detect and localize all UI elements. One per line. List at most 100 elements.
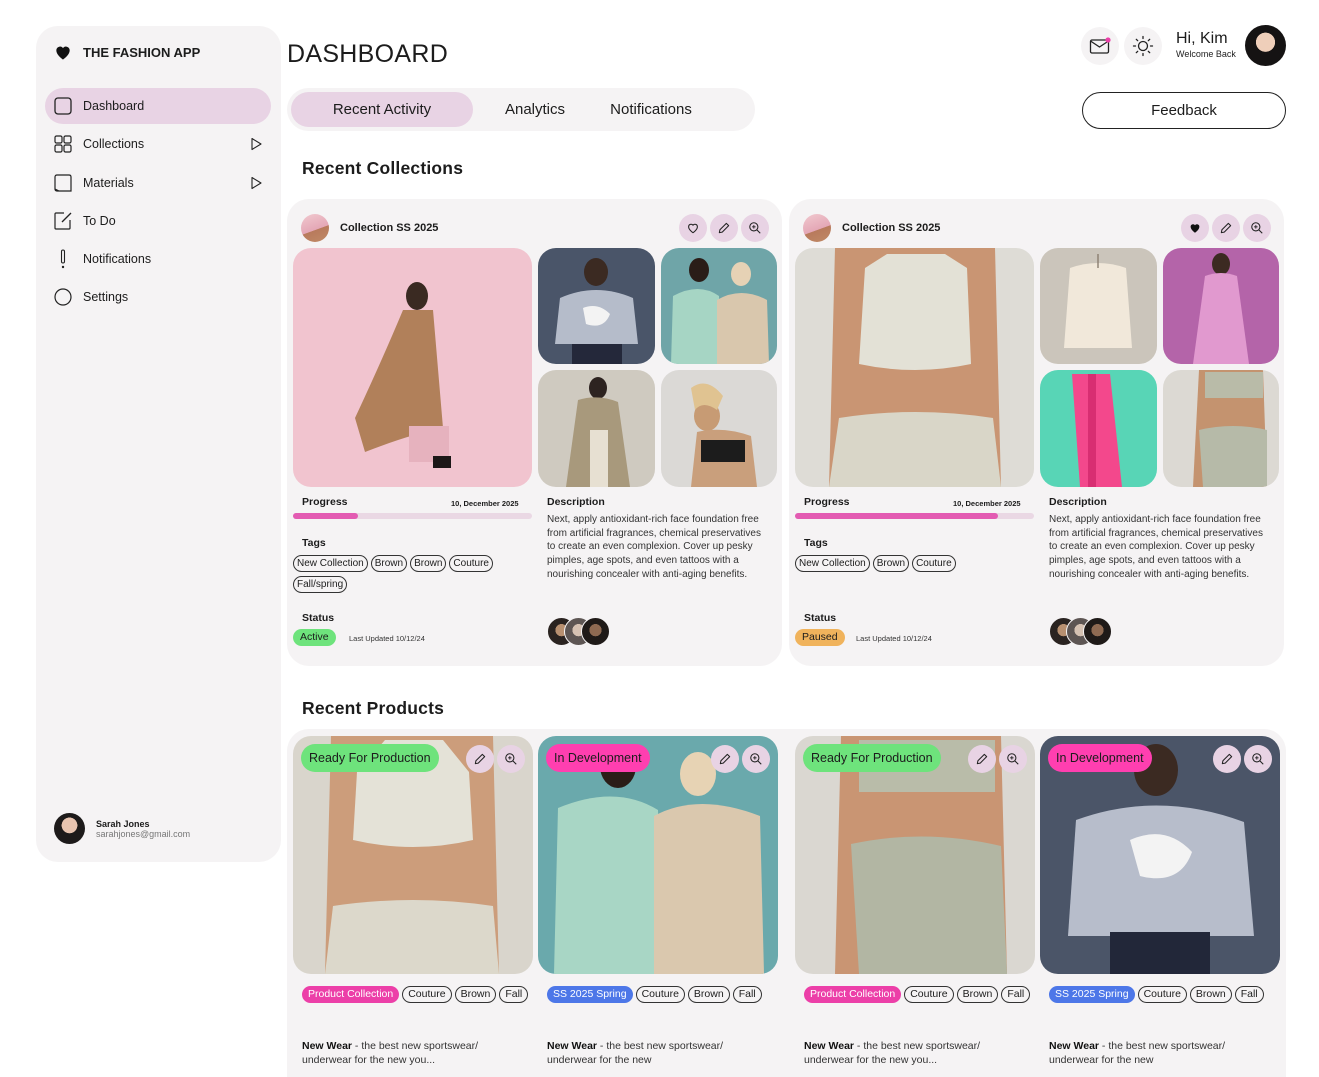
collection-title: Collection SS 2025	[340, 222, 439, 234]
collection-image[interactable]	[1163, 248, 1279, 364]
tag[interactable]: Fall/spring	[293, 576, 348, 593]
collection-card[interactable]: Collection SS 2025 Progress 10, December…	[789, 199, 1284, 666]
zoom-button[interactable]	[497, 745, 525, 773]
brand[interactable]: THE FASHION APP	[53, 42, 200, 62]
progress-label: Progress	[302, 496, 348, 508]
favorite-button[interactable]	[1181, 214, 1209, 242]
zoom-button[interactable]	[999, 745, 1027, 773]
status-badge: Ready For Production	[803, 744, 941, 772]
tag[interactable]: SS 2025 Spring	[1049, 986, 1135, 1003]
description-text: Next, apply antioxidant-rich face founda…	[547, 514, 761, 580]
pencil-icon	[719, 753, 731, 765]
zoom-button[interactable]	[1243, 214, 1271, 242]
avatar	[54, 813, 85, 844]
sidebar-item-collections[interactable]: Collections	[45, 126, 271, 162]
team-avatars[interactable]	[547, 617, 610, 646]
tab-recent-activity[interactable]: Recent Activity	[291, 92, 473, 127]
tab-analytics[interactable]: Analytics	[487, 92, 583, 127]
collection-image[interactable]	[661, 370, 777, 487]
status-badge: In Development	[546, 744, 650, 772]
progress-label: Progress	[804, 496, 850, 508]
zoom-in-icon	[750, 753, 762, 765]
due-date: 10, December 2025	[953, 499, 1021, 508]
tag[interactable]: Couture	[912, 555, 956, 572]
grid-icon	[53, 134, 73, 154]
team-avatars[interactable]	[1049, 617, 1112, 646]
tags-label: Tags	[302, 537, 326, 549]
play-arrow-icon[interactable]	[249, 137, 263, 151]
tab-notifications[interactable]: Notifications	[597, 92, 705, 127]
zoom-button[interactable]	[1244, 745, 1272, 773]
favorite-button[interactable]	[679, 214, 707, 242]
tag[interactable]: Couture	[402, 986, 452, 1003]
progress-fill	[293, 513, 358, 519]
tag[interactable]: Brown	[370, 555, 408, 572]
avatar[interactable]	[1245, 25, 1286, 66]
collection-image[interactable]	[1040, 248, 1157, 364]
last-updated: Last Updated 10/12/24	[349, 634, 425, 643]
tag[interactable]: Brown	[1189, 986, 1232, 1003]
edit-button[interactable]	[1213, 745, 1241, 773]
sidebar-item-notifications[interactable]: Notifications	[45, 241, 271, 277]
tag[interactable]: Brown	[410, 555, 447, 572]
tag[interactable]: Brown	[687, 986, 730, 1003]
tag[interactable]: Brown	[956, 986, 999, 1003]
zoom-in-icon	[1251, 222, 1263, 234]
collection-image[interactable]	[1040, 370, 1157, 487]
edit-button[interactable]	[710, 214, 738, 242]
tag-list: SS 2025 Spring Couture Brown Fall	[547, 986, 777, 1003]
feedback-button[interactable]: Feedback	[1082, 92, 1286, 129]
edit-button[interactable]	[711, 745, 739, 773]
mail-button[interactable]	[1081, 27, 1119, 65]
sidebar-item-settings[interactable]: Settings	[45, 279, 271, 315]
sidebar-item-materials[interactable]: Materials	[45, 165, 271, 201]
tag[interactable]: Product Collection	[302, 986, 400, 1003]
tag[interactable]: Fall	[1001, 986, 1031, 1003]
collection-image[interactable]	[538, 370, 655, 487]
last-updated: Last Updated 10/12/24	[856, 634, 932, 643]
product-name: New Wear	[547, 1040, 597, 1052]
zoom-in-icon	[1252, 753, 1264, 765]
collection-card[interactable]: Collection SS 2025 Progress 10, December…	[287, 199, 782, 666]
zoom-button[interactable]	[742, 745, 770, 773]
description-label: Description	[547, 496, 605, 508]
sidebar-item-dashboard[interactable]: Dashboard	[45, 88, 271, 124]
collection-hero-image[interactable]	[795, 248, 1034, 487]
tag[interactable]: Fall	[499, 986, 529, 1003]
edit-button[interactable]	[466, 745, 494, 773]
theme-toggle-button[interactable]	[1124, 27, 1162, 65]
tag-list: Product Collection Couture Brown Fall	[804, 986, 1034, 1003]
heart-filled-icon	[1190, 224, 1200, 233]
tag[interactable]: Fall	[732, 986, 762, 1003]
collection-thumbnail	[803, 214, 831, 242]
collection-image[interactable]	[538, 248, 655, 364]
product-description: New Wear - the best new sportswear/ unde…	[1049, 1039, 1274, 1067]
collection-hero-image[interactable]	[293, 248, 532, 487]
mail-icon	[1089, 37, 1111, 54]
tag[interactable]: Couture	[904, 986, 954, 1003]
edit-button[interactable]	[1212, 214, 1240, 242]
tag[interactable]: Product Collection	[804, 986, 902, 1003]
tag[interactable]: Fall	[1234, 986, 1264, 1003]
tag[interactable]: Couture	[1137, 986, 1187, 1003]
square-icon	[53, 96, 73, 116]
tag[interactable]: New Collection	[293, 555, 368, 572]
collection-image[interactable]	[661, 248, 777, 364]
tag[interactable]: Couture	[635, 986, 685, 1003]
play-arrow-icon[interactable]	[249, 176, 263, 190]
edit-button[interactable]	[968, 745, 996, 773]
sidebar-item-todo[interactable]: To Do	[45, 203, 271, 239]
tag[interactable]: Couture	[449, 555, 493, 572]
section-title-collections: Recent Collections	[302, 158, 464, 178]
collection-image[interactable]	[1163, 370, 1279, 487]
tag[interactable]: Brown	[872, 555, 910, 572]
tag[interactable]: SS 2025 Spring	[547, 986, 633, 1003]
tag[interactable]: Brown	[454, 986, 497, 1003]
description-text: Next, apply antioxidant-rich face founda…	[1049, 514, 1263, 580]
user-profile[interactable]: Sarah Jones sarahjones@gmail.com	[54, 813, 190, 844]
sidebar-item-label: Dashboard	[83, 99, 145, 113]
pencil-icon	[1220, 222, 1232, 234]
zoom-button[interactable]	[741, 214, 769, 242]
tag[interactable]: New Collection	[795, 555, 870, 572]
greeting-text: Hi, Kim	[1176, 30, 1228, 47]
